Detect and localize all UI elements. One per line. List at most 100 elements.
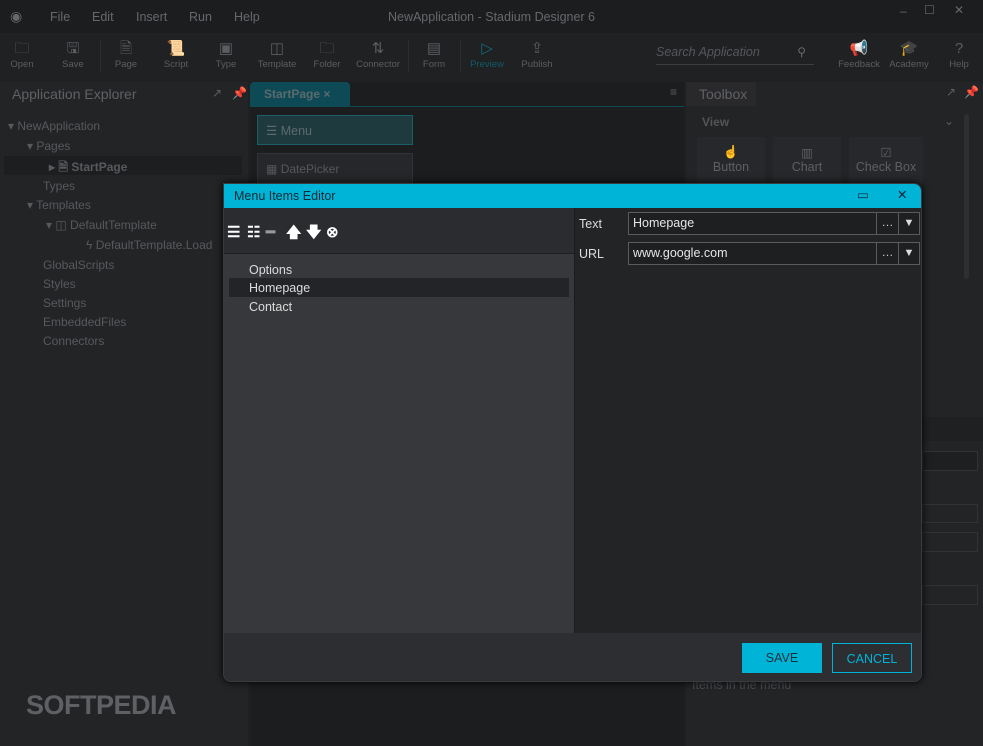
toolbox-title: Toolbox: [686, 82, 756, 106]
tree-item-pages[interactable]: ▾ Pages: [27, 139, 70, 153]
pin-icon[interactable]: 📌: [964, 85, 979, 99]
add-item-icon[interactable]: ☰: [227, 225, 240, 241]
template-icon: ◫: [269, 40, 285, 57]
toolbar-feedback-button[interactable]: 📢 Feedback: [834, 39, 884, 70]
property-field[interactable]: [922, 451, 978, 471]
save-icon: 🖫: [66, 40, 80, 57]
tree-item-application[interactable]: ▾ NewApplication: [8, 119, 100, 133]
script-icon: 📜: [166, 40, 186, 57]
list-item[interactable]: Options: [229, 260, 569, 279]
toolbar-page-button[interactable]: 🗎 Page: [101, 39, 151, 70]
tree-item-globalscripts[interactable]: GlobalScripts: [43, 258, 114, 272]
toolbar-type-button[interactable]: ▣ Type: [201, 39, 251, 70]
search-input[interactable]: Search Application: [656, 45, 760, 59]
minimize-button[interactable]: –: [900, 4, 907, 18]
play-icon: ▷: [481, 40, 493, 57]
toolbar-preview-button[interactable]: ▷ Preview: [462, 39, 512, 70]
dialog-title-bar: Menu Items Editor ▭ ✕: [224, 184, 921, 208]
toolbar-folder-button[interactable]: 🗀 Folder: [302, 39, 352, 70]
dialog-maximize-button[interactable]: ▭: [857, 187, 869, 202]
toolbox-checkbox[interactable]: ☑ Check Box: [849, 137, 923, 187]
list-item-selected[interactable]: Homepage: [229, 278, 569, 297]
clear-icon[interactable]: ⊗: [326, 225, 339, 241]
tree-item-types[interactable]: Types: [43, 179, 75, 193]
scrollbar[interactable]: [964, 114, 969, 279]
url-field[interactable]: www.google.com … ▼: [628, 242, 920, 265]
toolbar-open-button[interactable]: 🗀 Open: [0, 39, 47, 70]
dialog-close-button[interactable]: ✕: [897, 187, 907, 202]
checkbox-icon: ☑: [880, 146, 892, 160]
control-datepicker[interactable]: ▦ DatePicker: [257, 153, 413, 183]
chevron-down-icon[interactable]: ▼: [898, 243, 919, 264]
toolbox-button[interactable]: ☝ Button: [697, 137, 765, 187]
tree-item-startpage[interactable]: ▸ 🗎 StartPage: [49, 158, 127, 179]
float-icon[interactable]: ↗: [946, 85, 956, 99]
pin-icon[interactable]: 📌: [232, 86, 247, 100]
toolbar-publish-button[interactable]: ⇪ Publish: [512, 39, 562, 70]
tree-item-template-load[interactable]: ϟ DefaultTemplate.Load: [86, 238, 212, 252]
dialog-footer: SAVE CANCEL: [224, 633, 921, 681]
text-field[interactable]: Homepage … ▼: [628, 212, 920, 235]
url-ellipsis-button[interactable]: …: [876, 243, 898, 264]
panel-title: Application Explorer: [12, 86, 137, 102]
window-title: NewApplication - Stadium Designer 6: [387, 10, 596, 24]
move-down-icon[interactable]: 🡇: [306, 225, 321, 241]
text-label: Text: [579, 217, 602, 231]
toolbar-template-button[interactable]: ◫ Template: [252, 39, 302, 70]
float-icon[interactable]: ↗: [212, 86, 222, 100]
tree-item-embeddedfiles[interactable]: EmbeddedFiles: [43, 315, 126, 329]
toolbar-connector-button[interactable]: ⇅ Connector: [353, 39, 403, 70]
page-icon: 🗎: [58, 160, 69, 174]
connector-icon: ⇅: [371, 40, 385, 57]
toolbar-form-button[interactable]: ▤ Form: [409, 39, 459, 70]
toolbox-section-view[interactable]: View: [702, 115, 729, 129]
search-box[interactable]: Search Application ⚲: [656, 45, 814, 65]
list-item[interactable]: Contact: [229, 297, 569, 316]
control-menu[interactable]: ☰ Menu: [257, 115, 413, 145]
item-properties: Text Homepage … ▼ URL www.google.com … ▼: [574, 208, 921, 633]
folder-open-icon: 🗀: [14, 40, 30, 57]
tree-item-defaulttemplate[interactable]: ▾ ◫ DefaultTemplate: [46, 218, 157, 232]
pointer-icon: ☝: [723, 145, 739, 159]
folder-icon: 🗀: [319, 40, 335, 57]
property-field[interactable]: [922, 532, 978, 552]
type-icon: ▣: [218, 40, 234, 57]
application-explorer: Application Explorer ↗ 📌 ▾ NewApplicatio…: [0, 82, 248, 746]
dialog-toolbar: ☰ ☷ ━ 🡅 🡇 ⊗: [224, 208, 574, 254]
text-ellipsis-button[interactable]: …: [876, 213, 898, 234]
toolbox-chart[interactable]: ▥ Chart: [773, 137, 841, 187]
maximize-button[interactable]: ☐: [924, 3, 935, 17]
help-icon: ?: [954, 40, 964, 57]
property-dropdown[interactable]: [922, 504, 978, 523]
toolbar-separator: [100, 40, 101, 72]
lightning-icon: ϟ: [86, 238, 93, 252]
publish-icon: ⇪: [530, 40, 544, 57]
chevron-down-icon[interactable]: ▼: [898, 213, 919, 234]
cancel-button[interactable]: CANCEL: [832, 643, 912, 673]
tree-item-connectors[interactable]: Connectors: [43, 334, 104, 348]
academy-icon: 🎓: [899, 40, 919, 57]
chevron-down-icon[interactable]: ⌄: [944, 114, 954, 128]
toolbar-save-button[interactable]: 🖫 Save: [48, 39, 98, 70]
close-button[interactable]: ✕: [954, 3, 964, 17]
tab-menu-icon[interactable]: ≡: [670, 85, 677, 99]
tree-item-templates[interactable]: ▾ Templates: [27, 198, 91, 212]
close-tab-icon[interactable]: ×: [323, 87, 330, 101]
toolbar-script-button[interactable]: 📜 Script: [151, 39, 201, 70]
property-dropdown[interactable]: [922, 585, 978, 605]
toolbar-academy-button[interactable]: 🎓 Academy: [884, 39, 934, 70]
tab-startpage[interactable]: StartPage ×: [250, 82, 350, 106]
title-bar: ◉ File Edit Insert Run Help NewApplicati…: [0, 0, 983, 33]
save-button[interactable]: SAVE: [742, 643, 822, 673]
toolbar-separator: [408, 40, 409, 72]
add-subitem-icon[interactable]: ☷: [247, 225, 260, 241]
move-up-icon[interactable]: 🡅: [286, 225, 301, 241]
toolbar-help-button[interactable]: ? Help: [934, 39, 983, 70]
search-icon[interactable]: ⚲: [797, 45, 806, 59]
tree-item-styles[interactable]: Styles: [43, 277, 76, 291]
form-icon: ▤: [426, 40, 442, 57]
tree-item-settings[interactable]: Settings: [43, 296, 86, 310]
toolbar: Search Application ⚲ 🗀 Open 🖫 Save 🗎 Page 📜 Scr…: [0, 33, 983, 80]
toolbar-separator: [460, 40, 461, 72]
remove-item-icon[interactable]: ━: [266, 225, 275, 241]
